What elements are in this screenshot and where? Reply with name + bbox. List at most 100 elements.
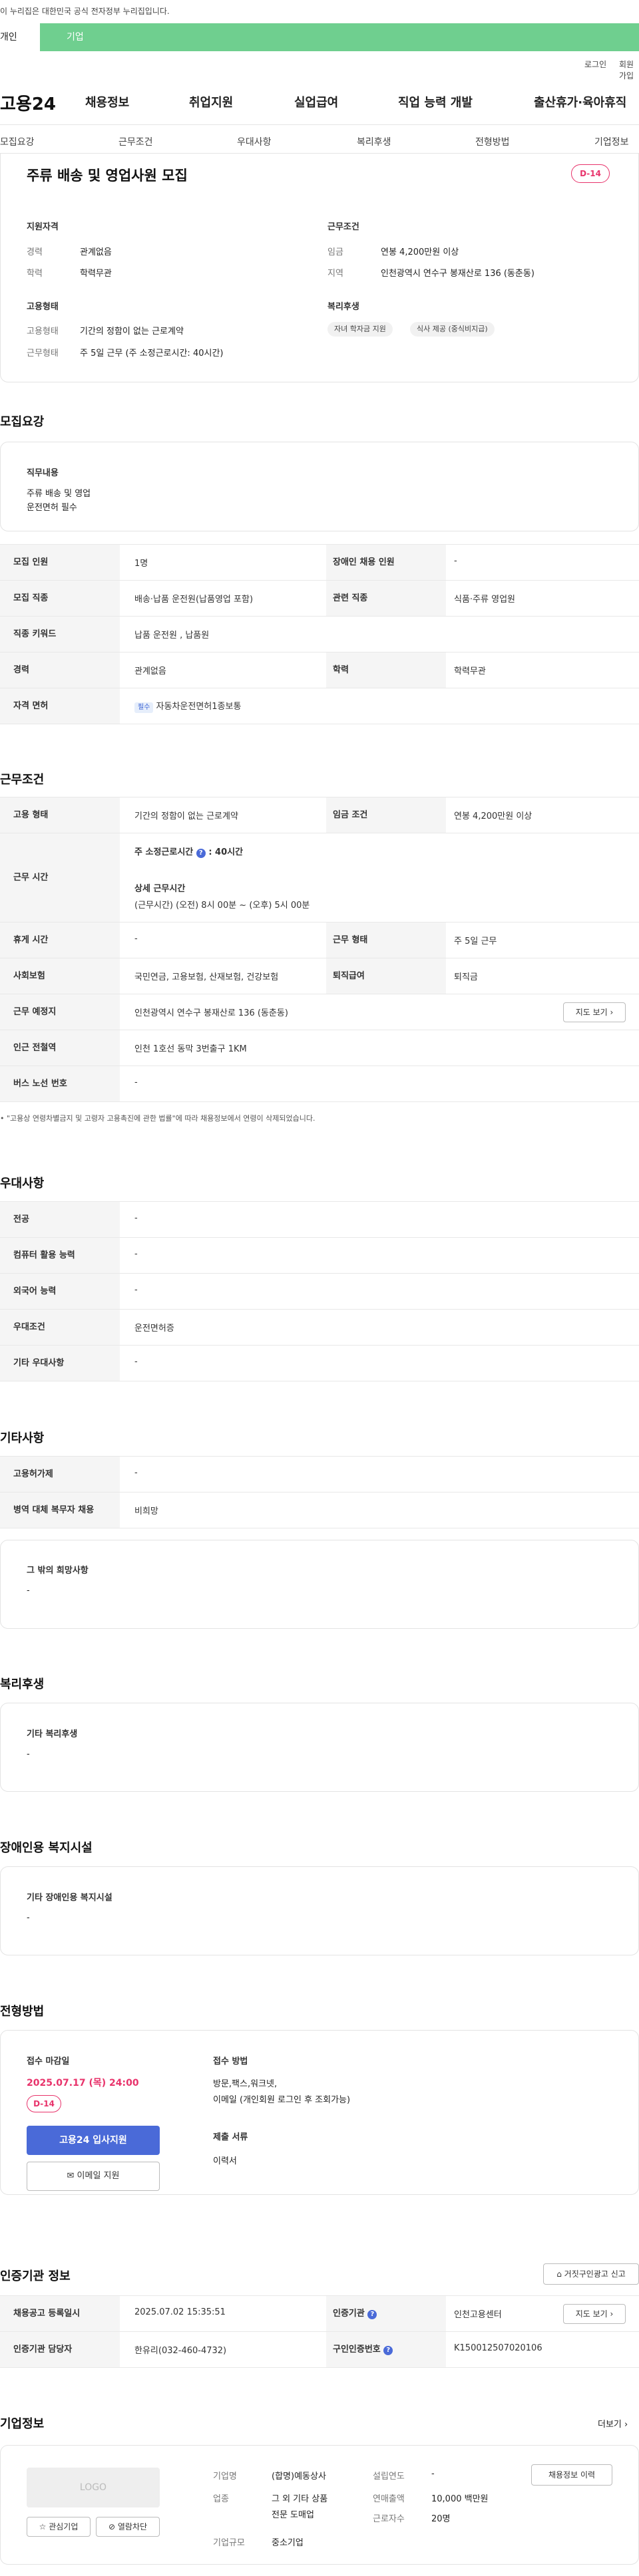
td-keyword: 납품 운전원 , 납품원 xyxy=(134,631,210,641)
etc-box-label: 그 밖의 희망사항 xyxy=(27,1566,89,1576)
td-insurance: 국민연금, 고용보험, 산재보험, 건강보험 xyxy=(134,972,279,982)
gnav-leave[interactable]: 출산휴가·육아휴직 xyxy=(534,93,626,110)
td-mgr: 한유리(032-460-4732) xyxy=(134,2346,227,2356)
deadline-label: 접수 마감일 xyxy=(27,2057,70,2067)
fav-company-button[interactable]: ☆ 관심기업 xyxy=(27,2517,91,2537)
facility-box-label: 기타 장애인용 복지시설 xyxy=(27,1893,112,1903)
employees-value: 20명 xyxy=(431,2514,451,2524)
th-place: 근무 예정지 xyxy=(0,994,120,1030)
th-major: 전공 xyxy=(0,1202,120,1237)
help-icon[interactable]: ? xyxy=(383,2346,393,2355)
sales-key: 연매출액 xyxy=(373,2494,405,2504)
join-link[interactable]: 회원가입 xyxy=(619,59,639,81)
star-icon: ☆ xyxy=(39,2522,47,2531)
time-week: 주 소정근로시간 ? : 40시간 xyxy=(134,845,243,858)
industry-line: 전문 도매업 xyxy=(272,2510,314,2520)
row-line xyxy=(0,2367,639,2368)
block-company-button[interactable]: ⊘ 열람차단 xyxy=(96,2517,160,2537)
etc-box xyxy=(0,1540,639,1629)
subnav-selection[interactable]: 전형방법 xyxy=(475,135,510,148)
td-career: 관계없음 xyxy=(134,666,166,676)
help-icon[interactable]: ? xyxy=(196,849,206,858)
report-button[interactable]: ⌂ 거짓구인광고 신고 xyxy=(543,2263,639,2285)
subnav-recruit[interactable]: 모집요강 xyxy=(0,135,35,148)
login-link[interactable]: 로그인 xyxy=(584,59,606,70)
section-recruit-heading: 모집요강 xyxy=(0,415,45,429)
email-apply-label: 이메일 지원 xyxy=(77,2171,120,2181)
td-reg: 2025.07.02 15:35:51 xyxy=(134,2307,226,2317)
age-note: • "고용상 연령차별금지 및 고령자 고용촉진에 관한 법률"에 따라 채용정… xyxy=(0,1114,316,1123)
th-rest: 휴게 시간 xyxy=(0,923,120,958)
company-logo: LOGO xyxy=(27,2468,160,2507)
gnav-jobs[interactable]: 채용정보 xyxy=(85,93,129,110)
email-apply-button[interactable]: ✉ 이메일 지원 xyxy=(27,2162,160,2191)
td-retire: 퇴직금 xyxy=(454,972,478,982)
agency-map-button[interactable]: 지도 보기 › xyxy=(563,2304,626,2324)
td-pref-etc: - xyxy=(134,1357,138,1367)
career-value: 관계없음 xyxy=(80,247,112,257)
emp-key: 고용형태 xyxy=(27,327,59,337)
subnav-work[interactable]: 근무조건 xyxy=(118,135,153,148)
tab-individual[interactable]: 개인 xyxy=(0,23,40,51)
duty-line: 운전면허 필수 xyxy=(27,503,77,513)
industry-key: 업종 xyxy=(213,2494,229,2504)
th-language: 외국어 능력 xyxy=(0,1274,120,1309)
gov-banner: 이 누리집은 대한민국 공식 전자정부 누리집입니다. xyxy=(0,7,170,16)
th-keyword: 직종 키워드 xyxy=(0,617,120,652)
th-station: 인근 전철역 xyxy=(0,1030,120,1066)
th-pref-etc: 기타 우대사항 xyxy=(0,1346,120,1381)
th-count: 모집 인원 xyxy=(0,545,120,580)
subnav-welfare[interactable]: 복리후생 xyxy=(357,135,391,148)
block-icon: ⊘ xyxy=(108,2522,116,2531)
gnav-support[interactable]: 취업지원 xyxy=(189,93,233,110)
subnav-company[interactable]: 기업정보 xyxy=(594,135,629,148)
gnav-training[interactable]: 직업 능력 개발 xyxy=(398,93,473,110)
th-edu: 학력 xyxy=(326,652,446,688)
section-work-heading: 근무조건 xyxy=(0,773,45,787)
method-line: 이메일 (개인회원 로그인 후 조회가능) xyxy=(213,2095,351,2105)
subnav-pref[interactable]: 우대사항 xyxy=(237,135,272,148)
help-icon[interactable]: ? xyxy=(367,2310,377,2319)
th-license: 자격 면허 xyxy=(0,688,120,724)
facility-box xyxy=(0,1866,639,1955)
welfare-box-label: 기타 복리후생 xyxy=(27,1729,78,1739)
certno-label: 구인인증번호 xyxy=(333,2345,381,2355)
apply-button[interactable]: 고용24 입사지원 xyxy=(27,2126,160,2155)
site-logo[interactable]: 고용24 xyxy=(0,90,56,115)
td-form: 주 5일 근무 xyxy=(454,936,497,946)
td-bus: - xyxy=(134,1077,138,1087)
gnav-benefit[interactable]: 실업급여 xyxy=(294,93,338,110)
emp-value: 기간의 정함이 없는 근로계약 xyxy=(80,327,184,337)
welfare-label: 복리후생 xyxy=(327,302,359,312)
section-pref-heading: 우대사항 xyxy=(0,1177,45,1191)
th-form: 근무 형태 xyxy=(326,923,446,958)
report-label: 거짓구인광고 신고 xyxy=(564,2269,626,2279)
map-label: 지도 보기 xyxy=(575,2309,608,2319)
tab-company[interactable]: 기업 xyxy=(67,23,84,51)
fav-label: 관심기업 xyxy=(49,2522,79,2531)
employees-key: 근로자수 xyxy=(373,2514,405,2524)
th-mgr: 인증기관 담당자 xyxy=(0,2332,120,2367)
top-tab-bar xyxy=(0,23,639,51)
td-station: 인천 1호선 동막 3번출구 1KM xyxy=(134,1044,247,1054)
time-week-value: : 40시간 xyxy=(208,847,244,857)
section-etc-heading: 기타사항 xyxy=(0,1431,45,1445)
name-value: (합명)예동상사 xyxy=(272,2472,326,2482)
th-military: 병역 대체 복무자 채용 xyxy=(0,1493,120,1528)
license-value: 자동차운전면허1종보통 xyxy=(156,702,242,712)
td-permit: - xyxy=(134,1468,138,1478)
th-time: 근무 시간 xyxy=(0,833,120,922)
history-button[interactable]: 채용정보 이력 xyxy=(531,2464,612,2486)
td-wage: 연봉 4,200만원 이상 xyxy=(454,811,532,821)
map-button-label: 지도 보기 xyxy=(575,1008,608,1017)
emp-label: 고용형태 xyxy=(27,302,59,312)
size-value: 중소기업 xyxy=(272,2538,304,2548)
more-link[interactable]: 더보기 › xyxy=(598,2417,628,2430)
td-place: 인천광역시 연수구 봉재산로 136 (동춘동) xyxy=(134,1008,288,1018)
td-major: - xyxy=(134,1213,138,1223)
cond-label: 근무조건 xyxy=(327,222,359,232)
map-button[interactable]: 지도 보기 › xyxy=(563,1002,626,1022)
more-label: 더보기 xyxy=(598,2420,622,2430)
wage-key: 임금 xyxy=(327,247,343,257)
section-agency-heading: 인증기관 정보 xyxy=(0,2269,71,2283)
